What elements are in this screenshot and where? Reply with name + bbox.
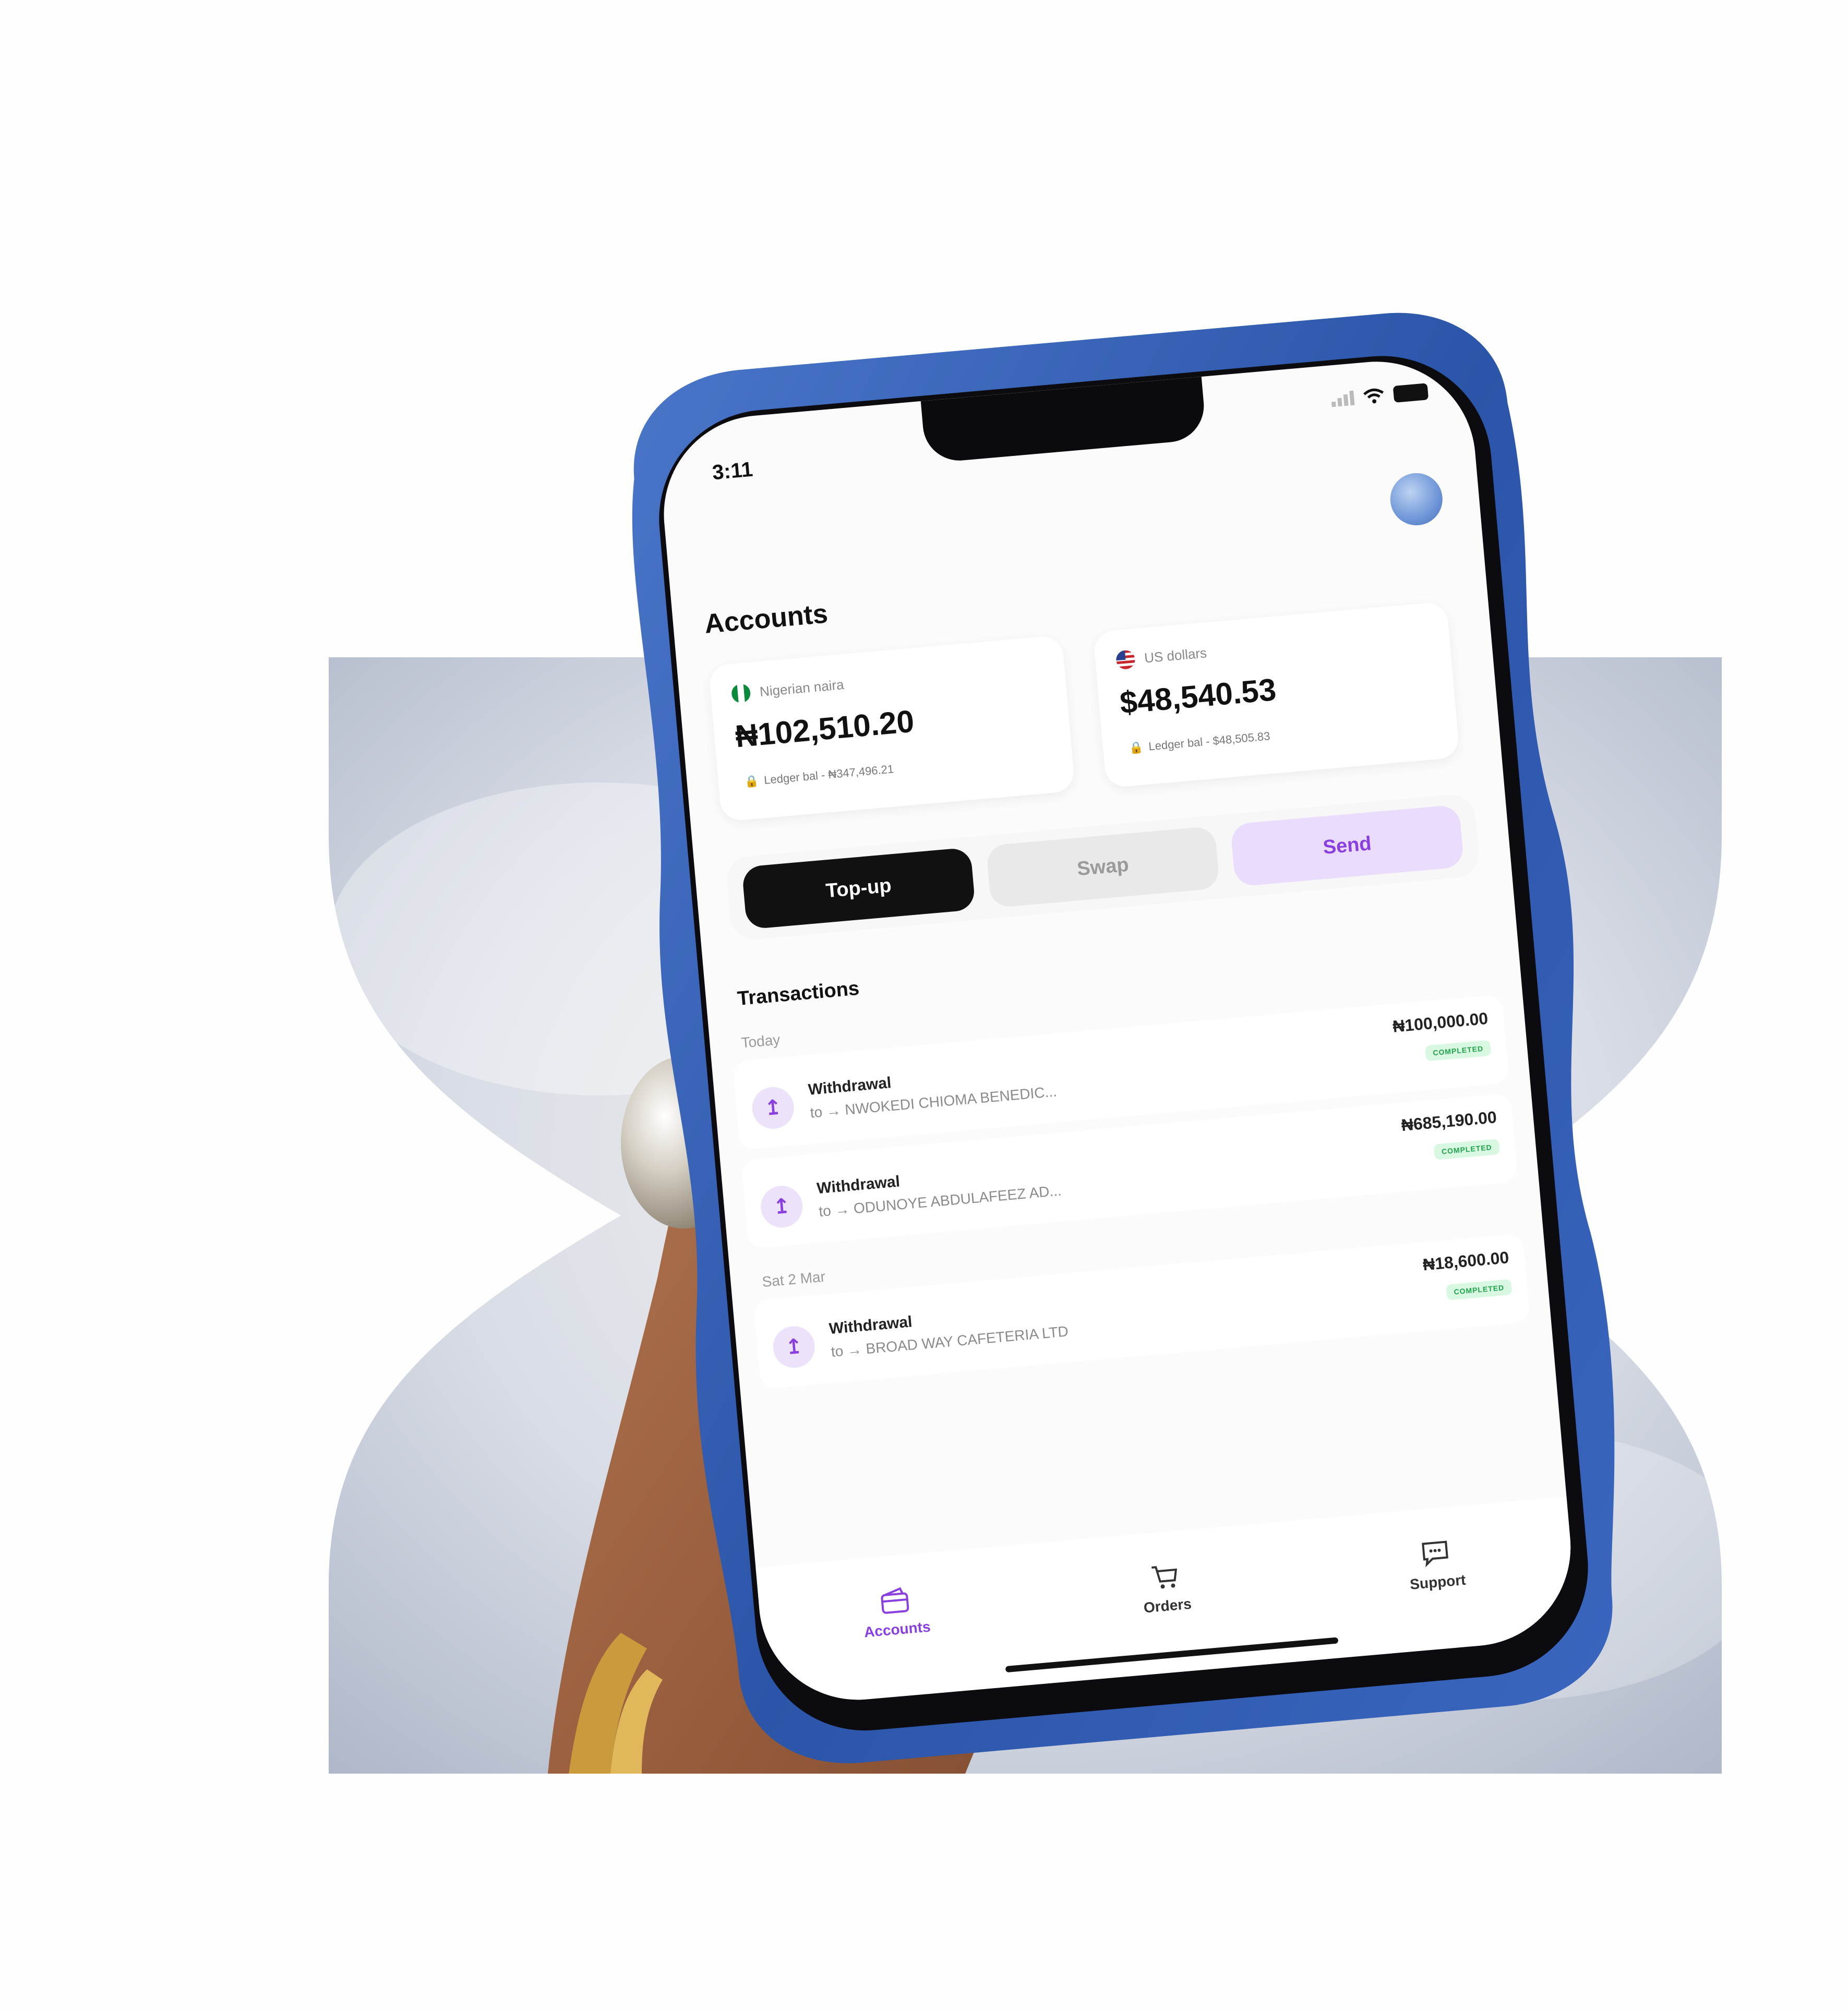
account-currency-name: Nigerian naira <box>759 676 845 700</box>
avatar[interactable] <box>1388 471 1445 528</box>
nigeria-flag-icon <box>730 683 751 704</box>
transaction-type: Withdrawal <box>816 1173 901 1198</box>
date-label: Sat 2 Mar <box>761 1268 826 1290</box>
nav-support-label: Support <box>1409 1571 1467 1593</box>
withdrawal-icon: ↥ <box>771 1324 817 1370</box>
status-badge: COMPLETED <box>1425 1040 1492 1062</box>
nav-accounts-label: Accounts <box>863 1618 931 1641</box>
nav-support[interactable]: Support <box>1356 1533 1516 1598</box>
nav-orders-label: Orders <box>1143 1595 1192 1616</box>
account-card-usd[interactable]: US dollars $48,540.53 🔒 Ledger bal - $48,… <box>1093 601 1460 788</box>
ledger-balance: Ledger bal - ₦347,496.21 <box>763 762 894 787</box>
withdrawal-icon: ↥ <box>759 1184 805 1230</box>
nav-orders[interactable]: Orders <box>1086 1557 1246 1621</box>
signal-icon <box>1331 390 1355 407</box>
transaction-type: Withdrawal <box>807 1074 892 1099</box>
transaction-type: Withdrawal <box>828 1313 913 1338</box>
lock-icon: 🔒 <box>743 774 760 789</box>
battery-icon <box>1393 383 1429 403</box>
transaction-amount: ₦685,190.00 <box>1400 1107 1498 1135</box>
transaction-amount: ₦100,000.00 <box>1391 1008 1489 1036</box>
account-balance: $48,540.53 <box>1118 671 1278 720</box>
transaction-amount: ₦18,600.00 <box>1422 1248 1510 1274</box>
send-button[interactable]: Send <box>1230 804 1465 887</box>
status-badge: COMPLETED <box>1446 1279 1513 1300</box>
us-flag-icon <box>1115 649 1136 670</box>
status-icons <box>1330 383 1429 408</box>
ledger-balance: Ledger bal - $48,505.83 <box>1148 729 1271 753</box>
swap-button[interactable]: Swap <box>986 826 1220 908</box>
cart-icon <box>1151 1566 1178 1589</box>
topup-button[interactable]: Top-up <box>741 847 976 930</box>
action-bar: Top-up Swap Send <box>725 792 1481 942</box>
account-balance: ₦102,510.20 <box>734 703 916 754</box>
transaction-row[interactable]: ↥ Withdrawal to → BROAD WAY CAFETERIA LT… <box>753 1233 1531 1389</box>
account-card-ngn[interactable]: Nigerian naira ₦102,510.20 🔒 Ledger bal -… <box>708 635 1075 822</box>
status-badge: COMPLETED <box>1433 1138 1500 1160</box>
chat-bubble-icon <box>1422 1540 1448 1568</box>
status-time: 3:11 <box>711 457 754 485</box>
nav-accounts[interactable]: Accounts <box>815 1580 976 1645</box>
account-currency-name: US dollars <box>1143 644 1208 666</box>
phone-screen: 3:11 Accounts Nigerian naira ₦102,510.20… <box>655 353 1579 1708</box>
wallet-icon <box>881 1587 909 1614</box>
withdrawal-icon: ↥ <box>750 1085 796 1131</box>
lock-icon: 🔒 <box>1129 740 1144 755</box>
page-title: Accounts <box>703 598 829 640</box>
date-label: Today <box>740 1031 781 1051</box>
wifi-icon <box>1363 388 1384 404</box>
transactions-title: Transactions <box>736 977 860 1010</box>
